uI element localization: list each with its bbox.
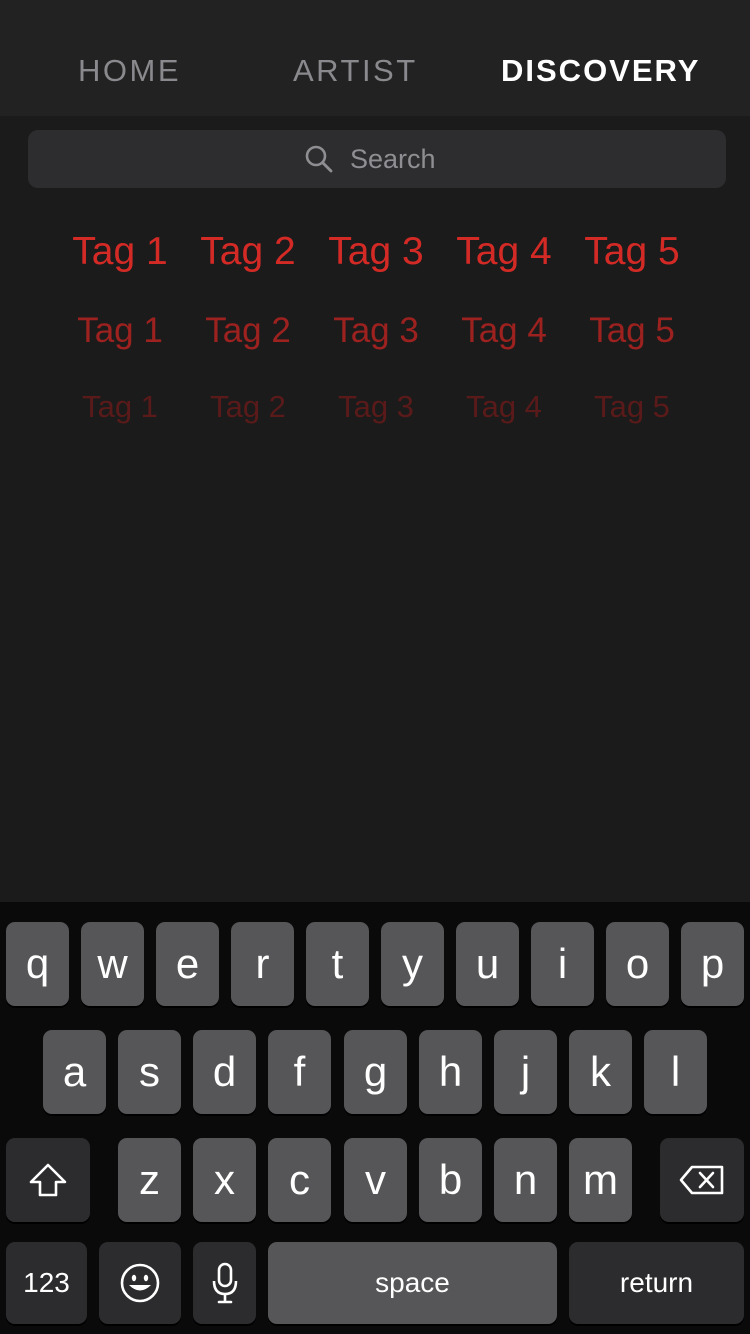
key-b[interactable]: b [419, 1138, 482, 1222]
key-t[interactable]: t [306, 922, 369, 1006]
search-bar[interactable] [28, 130, 726, 188]
tag-item[interactable]: Tag 4 [440, 389, 568, 425]
tag-item[interactable]: Tag 5 [568, 389, 696, 425]
tag-item[interactable]: Tag 3 [312, 311, 440, 351]
key-r[interactable]: r [231, 922, 294, 1006]
key-z[interactable]: z [118, 1138, 181, 1222]
numbers-key[interactable]: 123 [6, 1242, 87, 1324]
delete-key[interactable] [660, 1138, 744, 1222]
tab-artist[interactable]: ARTIST [293, 52, 418, 90]
tag-row-large: Tag 1 Tag 2 Tag 3 Tag 4 Tag 5 [56, 230, 696, 274]
tag-item[interactable]: Tag 2 [184, 311, 312, 351]
tag-item[interactable]: Tag 1 [56, 389, 184, 425]
tag-item[interactable]: Tag 3 [312, 230, 440, 274]
emoji-icon [120, 1263, 160, 1303]
tag-item[interactable]: Tag 1 [56, 230, 184, 274]
key-y[interactable]: y [381, 922, 444, 1006]
emoji-key[interactable] [99, 1242, 181, 1324]
shift-key[interactable] [6, 1138, 90, 1222]
key-a[interactable]: a [43, 1030, 106, 1114]
key-g[interactable]: g [344, 1030, 407, 1114]
key-m[interactable]: m [569, 1138, 632, 1222]
tag-item[interactable]: Tag 4 [440, 311, 568, 351]
tag-row-small: Tag 1 Tag 2 Tag 3 Tag 4 Tag 5 [56, 389, 696, 425]
key-d[interactable]: d [193, 1030, 256, 1114]
tag-item[interactable]: Tag 1 [56, 311, 184, 351]
key-q[interactable]: q [6, 922, 69, 1006]
delete-icon [679, 1165, 724, 1195]
tag-item[interactable]: Tag 5 [568, 311, 696, 351]
microphone-key[interactable] [193, 1242, 256, 1324]
key-c[interactable]: c [268, 1138, 331, 1222]
key-i[interactable]: i [531, 922, 594, 1006]
search-icon [305, 145, 333, 173]
return-key[interactable]: return [569, 1242, 744, 1324]
key-s[interactable]: s [118, 1030, 181, 1114]
shift-icon [29, 1163, 67, 1197]
tag-item[interactable]: Tag 3 [312, 389, 440, 425]
space-key[interactable]: space [268, 1242, 557, 1324]
tag-item[interactable]: Tag 2 [184, 389, 312, 425]
microphone-icon [212, 1262, 237, 1304]
key-l[interactable]: l [644, 1030, 707, 1114]
key-j[interactable]: j [494, 1030, 557, 1114]
key-e[interactable]: e [156, 922, 219, 1006]
tab-home[interactable]: HOME [78, 52, 181, 90]
key-v[interactable]: v [344, 1138, 407, 1222]
key-o[interactable]: o [606, 922, 669, 1006]
key-w[interactable]: w [81, 922, 144, 1006]
key-x[interactable]: x [193, 1138, 256, 1222]
tab-discovery[interactable]: DISCOVERY [501, 52, 700, 90]
top-navigation: HOME ARTIST DISCOVERY [0, 0, 750, 116]
key-f[interactable]: f [268, 1030, 331, 1114]
key-u[interactable]: u [456, 922, 519, 1006]
tag-item[interactable]: Tag 5 [568, 230, 696, 274]
key-k[interactable]: k [569, 1030, 632, 1114]
keyboard: q w e r t y u i o p a s d f g h j k l z … [0, 902, 750, 1334]
tag-item[interactable]: Tag 4 [440, 230, 568, 274]
key-n[interactable]: n [494, 1138, 557, 1222]
tag-row-medium: Tag 1 Tag 2 Tag 3 Tag 4 Tag 5 [56, 311, 696, 351]
tag-item[interactable]: Tag 2 [184, 230, 312, 274]
key-p[interactable]: p [681, 922, 744, 1006]
key-h[interactable]: h [419, 1030, 482, 1114]
search-input[interactable] [350, 143, 450, 175]
